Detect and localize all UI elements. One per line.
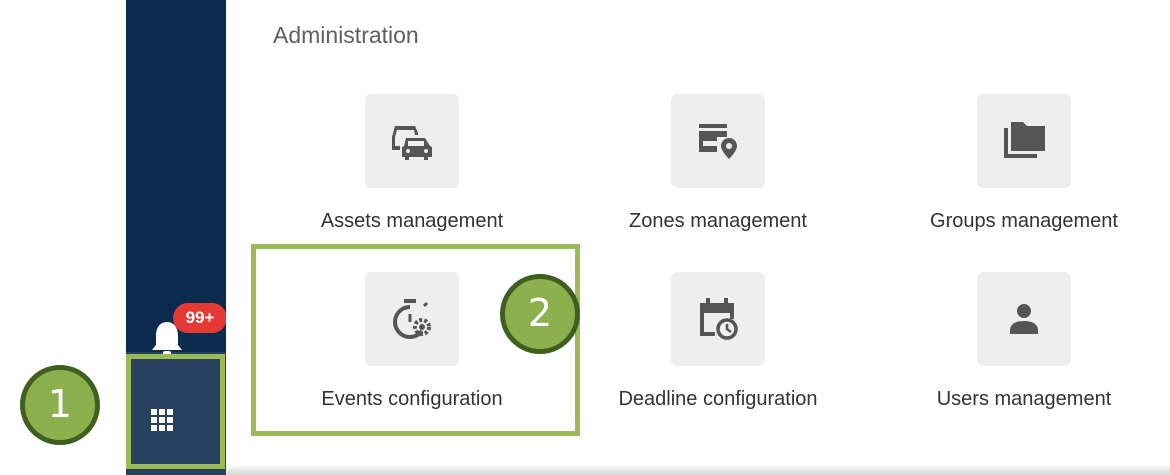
deadline-configuration-label[interactable]: Deadline configuration bbox=[568, 388, 868, 411]
step-2-callout: 2 bbox=[500, 274, 580, 354]
groups-management-label[interactable]: Groups management bbox=[874, 210, 1170, 233]
notification-badge[interactable]: 99+ bbox=[173, 303, 227, 333]
car-fleet-icon bbox=[392, 126, 432, 160]
assets-management-label[interactable]: Assets management bbox=[262, 210, 562, 233]
deadline-configuration-tile[interactable] bbox=[671, 272, 765, 366]
users-management-label[interactable]: Users management bbox=[874, 388, 1170, 411]
zones-management-tile[interactable] bbox=[671, 94, 765, 188]
calendar-clock-icon bbox=[700, 298, 738, 340]
apps-grid-icon bbox=[151, 409, 173, 431]
apps-grid-button[interactable] bbox=[126, 354, 225, 469]
panel-shadow bbox=[226, 464, 1170, 475]
section-title: Administration bbox=[273, 22, 419, 48]
users-management-tile[interactable] bbox=[977, 272, 1071, 366]
assets-management-tile[interactable] bbox=[365, 94, 459, 188]
zone-pin-icon bbox=[699, 124, 737, 159]
step-1-callout: 1 bbox=[20, 365, 100, 445]
folders-icon bbox=[1004, 122, 1045, 158]
person-icon bbox=[1010, 304, 1038, 334]
groups-management-tile[interactable] bbox=[977, 94, 1071, 188]
zones-management-label[interactable]: Zones management bbox=[568, 210, 868, 233]
